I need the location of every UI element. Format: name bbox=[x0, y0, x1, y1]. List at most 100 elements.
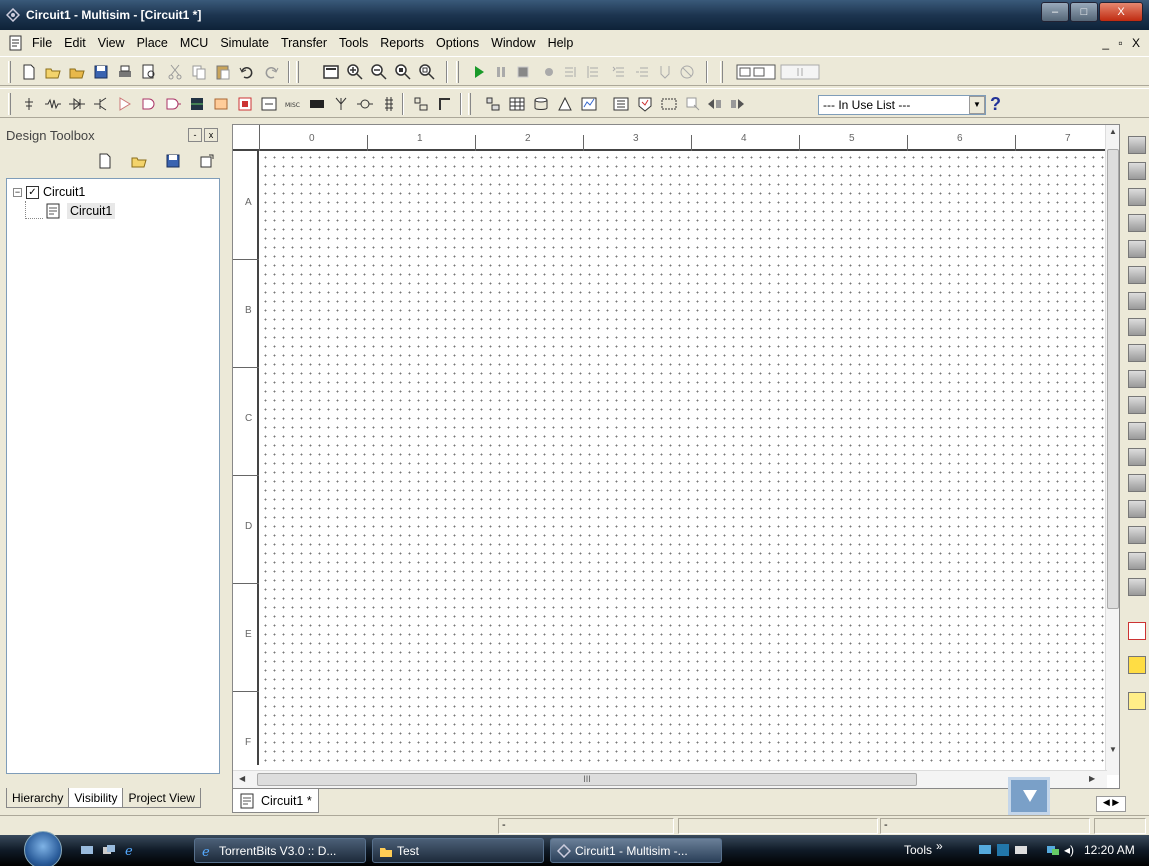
toolbar-chevron-icon[interactable]: » bbox=[936, 839, 943, 853]
tab-visibility[interactable]: Visibility bbox=[68, 788, 124, 808]
agilent-oscilloscope-icon[interactable] bbox=[1128, 552, 1146, 570]
close-design-icon[interactable] bbox=[198, 152, 216, 170]
menu-simulate[interactable]: Simulate bbox=[220, 36, 269, 50]
toolbox-minimize-button[interactable]: - bbox=[188, 128, 202, 142]
ie-icon[interactable]: e bbox=[124, 843, 138, 857]
cut-icon[interactable] bbox=[166, 63, 184, 81]
fullscreen-icon[interactable] bbox=[322, 63, 340, 81]
print-preview-icon[interactable] bbox=[140, 63, 158, 81]
erc-icon[interactable] bbox=[636, 95, 654, 113]
open-icon[interactable] bbox=[44, 63, 62, 81]
source-icon[interactable] bbox=[20, 95, 38, 113]
scroll-down-icon[interactable]: ▼ bbox=[1109, 745, 1117, 754]
rf-icon[interactable] bbox=[356, 95, 374, 113]
chevron-down-icon[interactable]: ▼ bbox=[969, 96, 985, 114]
undo-icon[interactable] bbox=[238, 63, 256, 81]
zoom-out-icon[interactable] bbox=[370, 63, 388, 81]
scroll-left-icon[interactable]: ◀ bbox=[239, 774, 245, 783]
transfer-ultiboard-icon[interactable] bbox=[684, 95, 702, 113]
zoom-fit-icon[interactable] bbox=[418, 63, 436, 81]
menu-mcu[interactable]: MCU bbox=[180, 36, 208, 50]
tools-toolbar-label[interactable]: Tools bbox=[904, 843, 932, 857]
backannotate-icon[interactable] bbox=[706, 95, 724, 113]
checkbox-icon[interactable]: ✓ bbox=[26, 185, 39, 199]
cmos-icon[interactable] bbox=[164, 95, 182, 113]
paste-icon[interactable] bbox=[214, 63, 232, 81]
electromechanical-icon[interactable] bbox=[380, 95, 398, 113]
remove-probes-icon[interactable] bbox=[678, 63, 696, 81]
save-icon[interactable] bbox=[92, 63, 110, 81]
logic-converter-icon[interactable] bbox=[1128, 370, 1146, 388]
measurement-probe-icon[interactable] bbox=[1128, 622, 1146, 640]
document-tab-circuit1[interactable]: Circuit1 * bbox=[232, 789, 319, 813]
minimize-button[interactable]: – bbox=[1041, 2, 1069, 22]
stop-icon[interactable] bbox=[514, 63, 532, 81]
bode-plotter-icon[interactable] bbox=[1128, 266, 1146, 284]
help-button[interactable]: ? bbox=[990, 94, 1001, 115]
document-icon[interactable] bbox=[8, 35, 24, 51]
diode-icon[interactable] bbox=[68, 95, 86, 113]
scroll-up-icon[interactable]: ▲ bbox=[1109, 127, 1117, 136]
hierarchical-block-icon[interactable] bbox=[412, 95, 430, 113]
run-to-cursor-icon[interactable] bbox=[634, 63, 652, 81]
tree-child-item[interactable]: Circuit1 bbox=[45, 203, 116, 219]
open-samples-icon[interactable] bbox=[68, 63, 86, 81]
app-tray-icon[interactable] bbox=[996, 843, 1010, 857]
network-tray-icon[interactable] bbox=[978, 843, 992, 857]
misc-icon[interactable]: MISC bbox=[284, 95, 302, 113]
agilent-generator-icon[interactable] bbox=[1128, 500, 1146, 518]
power-icon[interactable] bbox=[332, 95, 350, 113]
new-icon[interactable] bbox=[20, 63, 38, 81]
create-component-icon[interactable] bbox=[556, 95, 574, 113]
maximize-button[interactable]: □ bbox=[1070, 2, 1098, 22]
scroll-right-icon[interactable]: ▶ bbox=[1089, 774, 1095, 783]
schematic-grid[interactable] bbox=[261, 153, 1107, 765]
menu-help[interactable]: Help bbox=[548, 36, 574, 50]
menu-view[interactable]: View bbox=[98, 36, 125, 50]
menu-place[interactable]: Place bbox=[137, 36, 168, 50]
toolbar-grip[interactable] bbox=[296, 61, 299, 83]
horizontal-scroll-thumb[interactable]: III bbox=[257, 773, 917, 786]
function-generator-icon[interactable] bbox=[1128, 162, 1146, 180]
menu-tools[interactable]: Tools bbox=[339, 36, 368, 50]
distortion-analyzer-icon[interactable] bbox=[1128, 422, 1146, 440]
logic-analyzer-icon[interactable] bbox=[1128, 344, 1146, 362]
step-out-icon[interactable] bbox=[610, 63, 628, 81]
capture-screen-icon[interactable] bbox=[660, 95, 678, 113]
word-generator-icon[interactable] bbox=[1128, 318, 1146, 336]
schematic-workspace[interactable]: 0 1 2 3 4 5 6 7 A B C D E F ▲ ▼ ◀ III ▶ bbox=[232, 124, 1120, 789]
toolbar-grip[interactable] bbox=[8, 61, 11, 83]
redo-icon[interactable] bbox=[262, 63, 280, 81]
forward-annotate-icon[interactable] bbox=[728, 95, 746, 113]
print-icon[interactable] bbox=[116, 63, 134, 81]
breakpoint-icon[interactable] bbox=[540, 63, 558, 81]
multimeter-icon[interactable] bbox=[1128, 136, 1146, 154]
mixed-icon[interactable] bbox=[260, 95, 278, 113]
four-channel-oscilloscope-icon[interactable] bbox=[1128, 240, 1146, 258]
menu-file[interactable]: File bbox=[32, 36, 52, 50]
open-design-icon[interactable] bbox=[130, 152, 148, 170]
toolbox-close-button[interactable]: x bbox=[204, 128, 218, 142]
toolbar-grip[interactable] bbox=[720, 61, 723, 83]
vertical-scroll-thumb[interactable] bbox=[1107, 149, 1119, 609]
oscilloscope-icon[interactable] bbox=[1128, 214, 1146, 232]
show-desktop-icon[interactable] bbox=[80, 843, 94, 857]
menu-transfer[interactable]: Transfer bbox=[281, 36, 327, 50]
agilent-multimeter-icon[interactable] bbox=[1128, 526, 1146, 544]
mcu-icon[interactable] bbox=[188, 95, 206, 113]
menu-edit[interactable]: Edit bbox=[64, 36, 86, 50]
close-button[interactable]: X bbox=[1099, 2, 1143, 22]
spectrum-analyzer-icon[interactable] bbox=[1128, 448, 1146, 466]
indicator-icon[interactable] bbox=[308, 95, 326, 113]
taskbar-item-multisim[interactable]: Circuit1 - Multisim -... bbox=[550, 838, 722, 863]
postprocessor-icon[interactable] bbox=[612, 95, 630, 113]
current-probe-icon[interactable] bbox=[1128, 692, 1146, 710]
toggle-probe-icon[interactable] bbox=[656, 63, 674, 81]
save-design-icon[interactable] bbox=[164, 152, 182, 170]
sim-switch-icon[interactable] bbox=[780, 63, 820, 81]
toolbar-grip[interactable] bbox=[456, 61, 459, 83]
database-manager-icon[interactable] bbox=[532, 95, 550, 113]
taskbar-item-torrentbits[interactable]: e TorrentBits V3.0 :: D... bbox=[194, 838, 366, 863]
basic-icon[interactable] bbox=[44, 95, 62, 113]
toolbar-grip[interactable] bbox=[8, 93, 11, 115]
